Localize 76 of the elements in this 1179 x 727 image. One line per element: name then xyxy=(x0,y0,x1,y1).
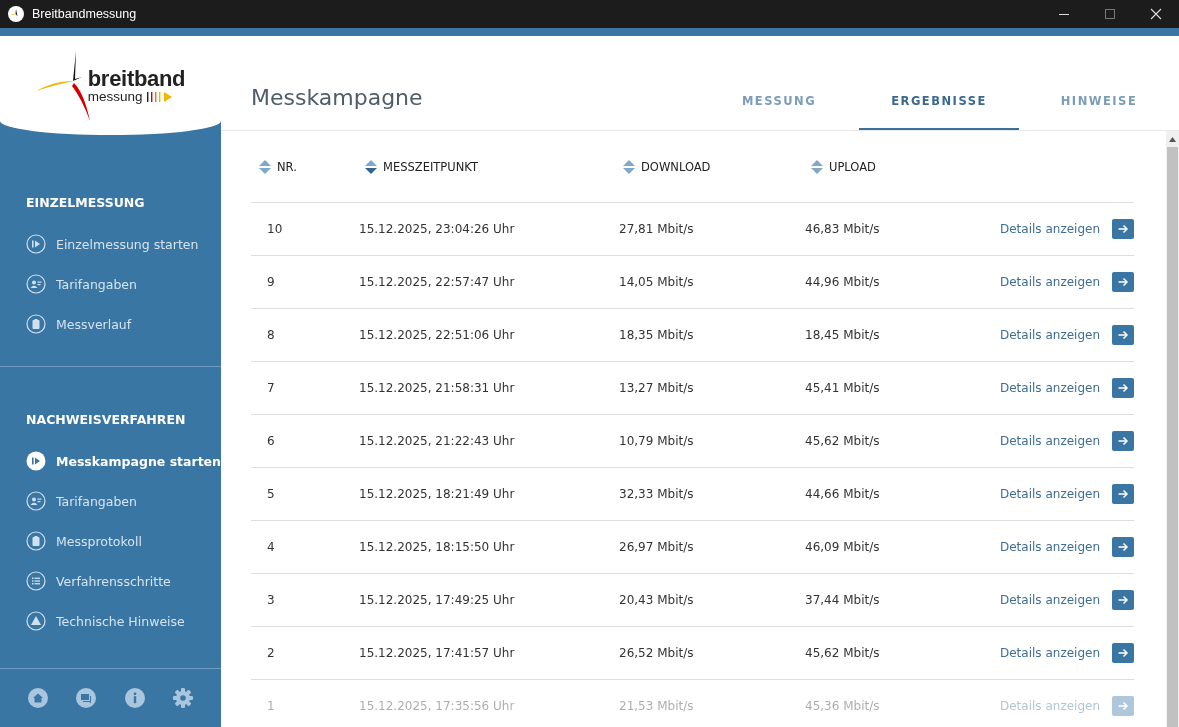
number-cell-text: 5 xyxy=(267,487,276,501)
details-link[interactable]: Details anzeigen xyxy=(1000,328,1100,342)
window-title: Breitbandmessung xyxy=(32,7,137,21)
time-cell-text: 15.12.2025, 21:58:31 Uhr xyxy=(359,381,516,395)
number-cell-text: 2 xyxy=(267,646,276,660)
nav-item[interactable]: Tarifangaben xyxy=(0,264,221,304)
column-header[interactable]: MESSZEITPUNKT xyxy=(383,159,478,174)
time-cell-text: 15.12.2025, 22:51:06 Uhr xyxy=(359,328,516,342)
upload-cell-text: 45,62 Mbit/s xyxy=(805,434,881,448)
nav-label: Technische Hinweise xyxy=(56,613,185,629)
nav-label: Messkampagne starten xyxy=(56,453,221,469)
details-link[interactable]: Details anzeigen xyxy=(1000,275,1100,289)
download-cell-text: 10,79 Mbit/s xyxy=(619,434,695,448)
upload-cell-text: 45,41 Mbit/s xyxy=(805,381,881,395)
number-cell-text: 9 xyxy=(267,275,276,289)
download-cell-text: 26,52 Mbit/s xyxy=(619,646,695,660)
details-link[interactable]: Details anzeigen xyxy=(1000,381,1100,395)
number-cell-text: 10 xyxy=(267,222,284,236)
download-cell-text: 27,81 Mbit/s xyxy=(619,222,695,236)
nav-label: Verfahrensschritte xyxy=(56,573,171,589)
nav-item[interactable]: Messkampagne starten xyxy=(0,441,221,481)
logo-wordmark: breitband xyxy=(87,67,186,90)
time-cell-text: 15.12.2025, 17:35:56 Uhr xyxy=(359,699,516,713)
nav-item[interactable]: Technische Hinweise xyxy=(0,601,221,641)
upload-cell-text: 44,66 Mbit/s xyxy=(805,487,881,501)
nav-label: Tarifangaben xyxy=(56,493,137,509)
details-link[interactable]: Details anzeigen xyxy=(1000,434,1100,448)
number-cell-text: 8 xyxy=(267,328,276,342)
upload-cell-text: 18,45 Mbit/s xyxy=(805,328,881,342)
section-heading: NACHWEISVERFAHREN xyxy=(25,412,186,427)
nav-item[interactable]: Einzelmessung starten xyxy=(0,224,221,264)
nav-item[interactable]: Messprotokoll xyxy=(0,521,221,561)
number-cell-text: 7 xyxy=(267,381,276,395)
details-link[interactable]: Details anzeigen xyxy=(1000,222,1100,236)
time-cell-text: 15.12.2025, 21:22:43 Uhr xyxy=(359,434,516,448)
nav-label: Tarifangaben xyxy=(56,276,137,292)
upload-cell-text: 45,62 Mbit/s xyxy=(805,646,881,660)
nav-label: Einzelmessung starten xyxy=(56,236,199,252)
time-cell-text: 15.12.2025, 23:04:26 Uhr xyxy=(359,222,516,236)
upload-cell-text: 37,44 Mbit/s xyxy=(805,593,881,607)
nav-item[interactable]: Messverlauf xyxy=(0,304,221,344)
download-cell-text: 20,43 Mbit/s xyxy=(619,593,695,607)
nav-label: Messverlauf xyxy=(56,316,132,332)
download-cell-text: 18,35 Mbit/s xyxy=(619,328,695,342)
nav-item[interactable]: Verfahrensschritte xyxy=(0,561,221,601)
download-cell-text: 26,97 Mbit/s xyxy=(619,540,695,554)
column-header[interactable]: DOWNLOAD xyxy=(641,159,711,174)
upload-cell-text: 45,36 Mbit/s xyxy=(805,699,881,713)
column-header[interactable]: NR. xyxy=(277,159,297,174)
upload-cell-text: 46,09 Mbit/s xyxy=(805,540,881,554)
download-cell-text: 14,05 Mbit/s xyxy=(619,275,695,289)
download-cell-text: 21,53 Mbit/s xyxy=(619,699,695,713)
time-cell-text: 15.12.2025, 22:57:47 Uhr xyxy=(359,275,516,289)
logo-subtitle: messung xyxy=(87,89,143,104)
upload-cell-text: 44,96 Mbit/s xyxy=(805,275,881,289)
upload-cell-text: 46,83 Mbit/s xyxy=(805,222,881,236)
page-title: Messkampagne xyxy=(250,85,423,112)
time-cell-text: 15.12.2025, 18:21:49 Uhr xyxy=(359,487,516,501)
number-cell-text: 1 xyxy=(267,699,276,713)
column-header[interactable]: UPLOAD xyxy=(829,159,876,174)
download-cell-text: 32,33 Mbit/s xyxy=(619,487,695,501)
details-link[interactable]: Details anzeigen xyxy=(1000,646,1100,660)
section-heading: EINZELMESSUNG xyxy=(25,195,145,210)
number-cell-text: 6 xyxy=(267,434,276,448)
download-cell-text: 13,27 Mbit/s xyxy=(619,381,695,395)
time-cell-text: 15.12.2025, 17:41:57 Uhr xyxy=(359,646,516,660)
details-link[interactable]: Details anzeigen xyxy=(1000,540,1100,554)
details-link[interactable]: Details anzeigen xyxy=(1000,593,1100,607)
nav-item[interactable]: Tarifangaben xyxy=(0,481,221,521)
tab[interactable]: ERGEBNISSE xyxy=(859,94,1019,130)
time-cell-text: 15.12.2025, 17:49:25 Uhr xyxy=(359,593,516,607)
time-cell-text: 15.12.2025, 18:15:50 Uhr xyxy=(359,540,516,554)
number-cell-text: 3 xyxy=(267,593,276,607)
details-link[interactable]: Details anzeigen xyxy=(1000,487,1100,501)
nav-label: Messprotokoll xyxy=(56,533,142,549)
number-cell-text: 4 xyxy=(267,540,276,554)
